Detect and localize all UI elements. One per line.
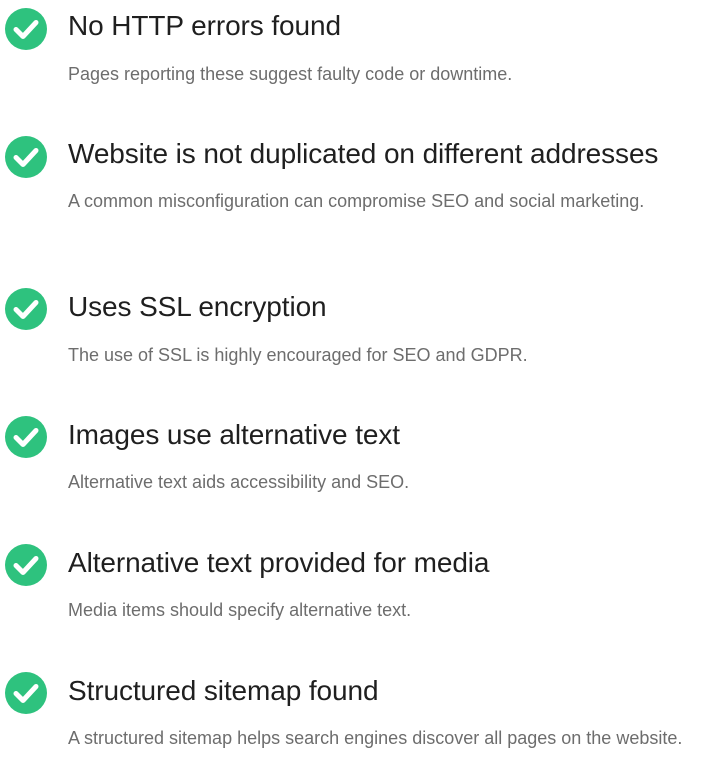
check-description: The use of SSL is highly encouraged for …: [68, 345, 528, 365]
check-circle-icon: [5, 136, 47, 178]
check-circle-icon: [5, 544, 47, 586]
check-circle-icon: [5, 8, 47, 50]
check-circle-icon: [5, 288, 47, 330]
check-description: A common misconfiguration can compromise…: [68, 191, 645, 211]
check-title: No HTTP errors found: [68, 10, 341, 41]
check-description: Media items should specify alternative t…: [68, 600, 412, 620]
check-circle-icon: [5, 416, 47, 458]
check-description: Alternative text aids accessibility and …: [68, 472, 410, 492]
check-title: Uses SSL encryption: [68, 291, 327, 322]
check-title: Structured sitemap found: [68, 675, 379, 706]
check-description: A structured sitemap helps search engine…: [68, 728, 683, 748]
check-circle-icon: [5, 672, 47, 714]
check-title: Website is not duplicated on different a…: [68, 138, 659, 169]
check-title: Alternative text provided for media: [68, 547, 490, 578]
check-title: Images use alternative text: [68, 419, 400, 450]
check-description: Pages reporting these suggest faulty cod…: [68, 64, 513, 84]
